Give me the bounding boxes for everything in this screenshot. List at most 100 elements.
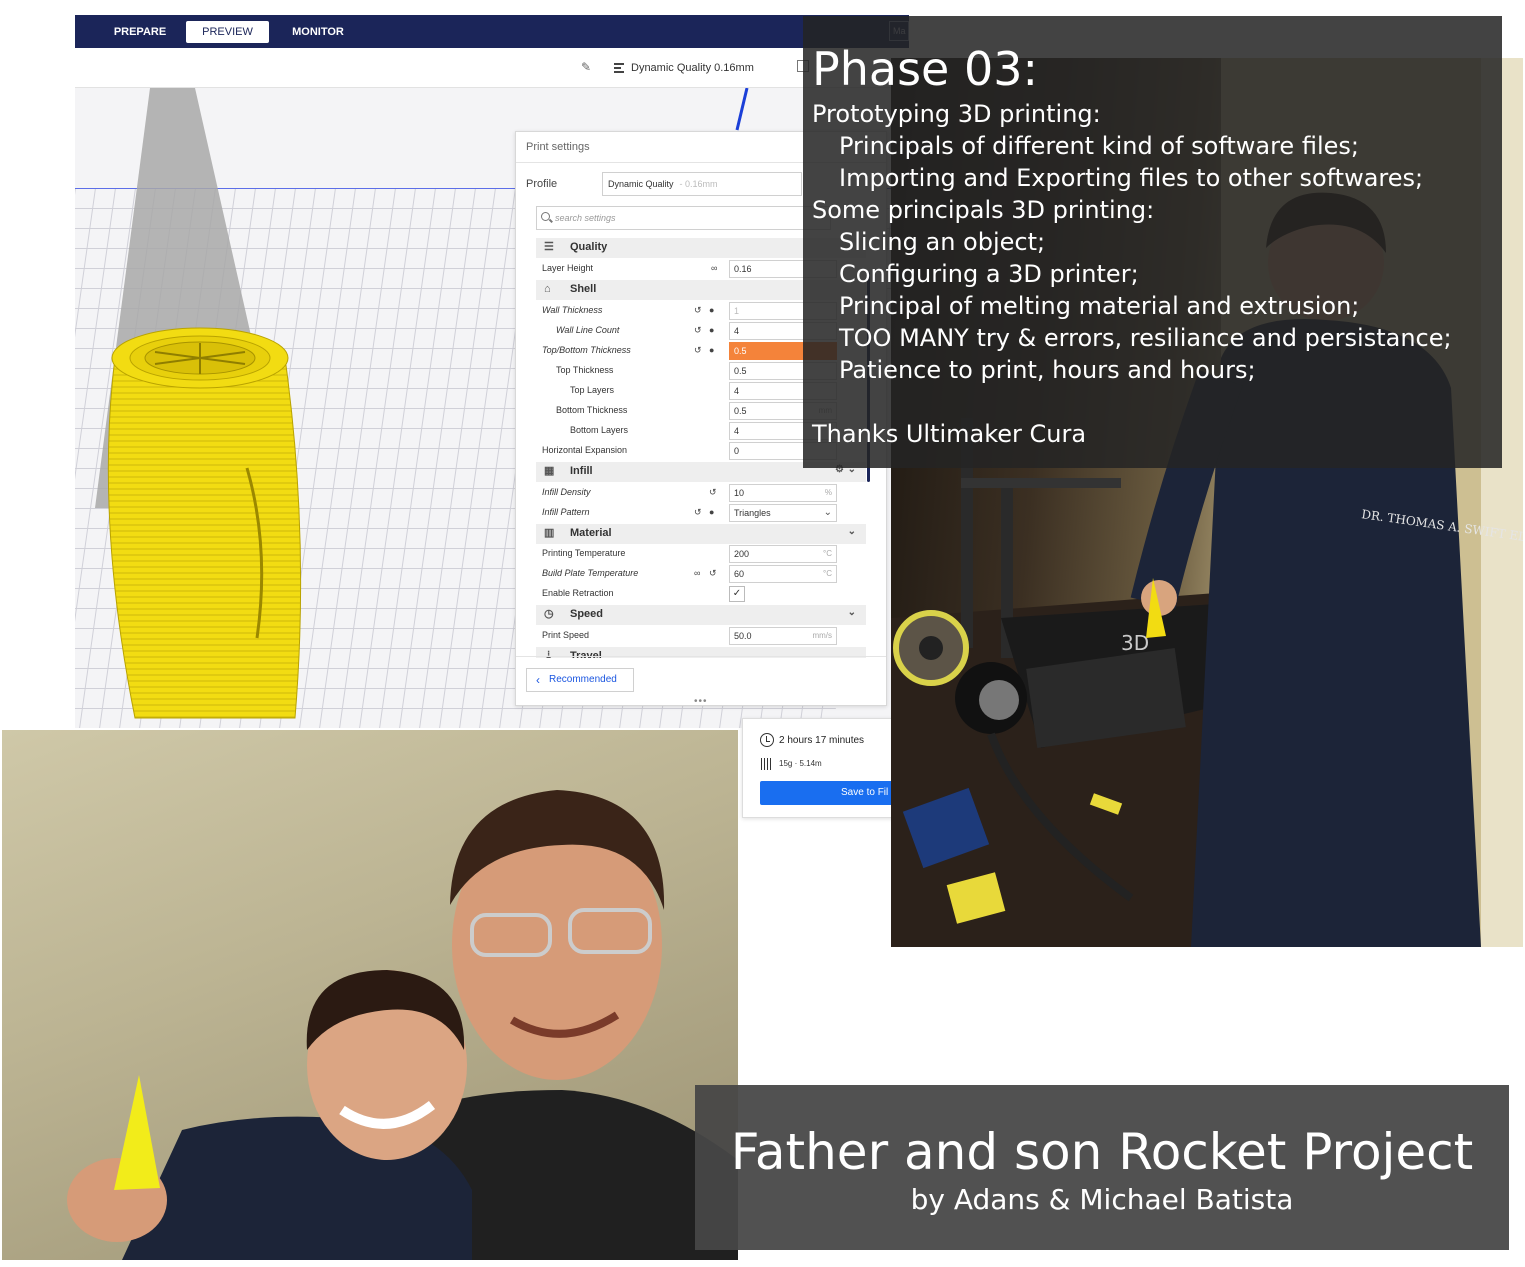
- info-icon[interactable]: ●: [709, 305, 714, 315]
- cura-top-bar: PREPARE PREVIEW MONITOR Ma: [75, 15, 909, 48]
- material-usage: 15g · 5.14m: [779, 759, 822, 768]
- link-icon[interactable]: ∞: [711, 263, 717, 273]
- rocket-model[interactable]: [95, 318, 335, 728]
- setting-label: Bottom Thickness: [556, 405, 628, 415]
- infill-density-unit: %: [824, 488, 832, 497]
- photo-family-scene: [67, 790, 738, 1260]
- tab-prepare[interactable]: PREPARE: [105, 21, 175, 43]
- photo-father-and-son: [2, 730, 738, 1260]
- panel-divider: [516, 656, 886, 657]
- setting-label: Build Plate Temperature: [542, 568, 639, 578]
- print-profile-button[interactable]: Dynamic Quality 0.16mm: [611, 56, 754, 80]
- phase-line: Patience to print, hours and hours;: [839, 356, 1256, 384]
- tab-preview[interactable]: PREVIEW: [186, 21, 269, 43]
- phase-line: Thanks Ultimaker Cura: [812, 420, 1087, 448]
- setting-infill-density: Infill Density ↺ 10%: [536, 483, 866, 503]
- build-plate-temperature-value: 60: [734, 569, 745, 579]
- infill-pattern-select[interactable]: Triangles ⌄: [729, 504, 837, 522]
- chevron-down-icon: ⌄: [823, 507, 832, 518]
- spool-icon: [761, 758, 773, 770]
- build-plate-temperature-field[interactable]: 60 °C: [729, 565, 837, 583]
- cura-toolbar: ✎ Dynamic Quality 0.16mm: [75, 48, 909, 88]
- shell-icon: ⌂: [544, 283, 551, 295]
- infill-density-value: 10: [734, 488, 745, 498]
- print-profile-label: Dynamic Quality 0.16mm: [631, 62, 754, 74]
- print-speed-unit: mm/s: [812, 631, 832, 640]
- project-title-banner: Father and son Rocket Project by Adans &…: [695, 1085, 1509, 1250]
- infill-icon: ▦: [544, 465, 555, 477]
- category-speed-label: Speed: [570, 608, 604, 620]
- print-estimate-panel: 2 hours 17 minutes 15g · 5.14m Save to F…: [742, 718, 903, 818]
- settings-lines-icon: [614, 63, 624, 73]
- resize-handle-icon[interactable]: •••: [694, 696, 708, 705]
- print-speed-field[interactable]: 50.0 mm/s: [729, 627, 837, 645]
- info-icon[interactable]: ●: [709, 345, 714, 355]
- setting-infill-pattern: Infill Pattern ↺ ● Triangles ⌄: [536, 503, 866, 523]
- category-infill-label: Infill: [570, 465, 593, 477]
- setting-label: Infill Pattern: [542, 507, 590, 517]
- reset-icon[interactable]: ↺: [694, 305, 702, 316]
- setting-printing-temperature: Printing Temperature 200 °C: [536, 544, 866, 564]
- clock-icon: [760, 733, 774, 747]
- setting-label: Horizontal Expansion: [542, 445, 628, 455]
- tab-monitor[interactable]: MONITOR: [280, 21, 356, 43]
- reset-icon[interactable]: ↺: [694, 325, 702, 336]
- print-settings-title: Print settings: [526, 141, 590, 153]
- phase-line: Prototyping 3D printing:: [812, 100, 1101, 128]
- pencil-icon[interactable]: ✎: [581, 60, 591, 74]
- category-speed[interactable]: ◷ Speed ⌄: [536, 605, 866, 625]
- phase-line: Slicing an object;: [839, 228, 1046, 256]
- setting-label: Bottom Layers: [570, 425, 629, 435]
- setting-label: Wall Line Count: [556, 325, 620, 335]
- setting-label: Print Speed: [542, 630, 590, 640]
- project-title: Father and son Rocket Project: [730, 1123, 1474, 1181]
- phase-line: TOO MANY try & errors, resiliance and pe…: [839, 324, 1452, 352]
- category-quality-label: Quality: [570, 241, 608, 253]
- search-settings-input[interactable]: search settings: [536, 206, 831, 230]
- category-shell-label: Shell: [570, 283, 597, 295]
- infill-density-field[interactable]: 10%: [729, 484, 837, 502]
- print-time: 2 hours 17 minutes: [779, 735, 865, 746]
- project-authors: by Adans & Michael Batista: [910, 1183, 1294, 1216]
- reset-icon[interactable]: ↺: [694, 345, 702, 356]
- link-icon[interactable]: ∞: [694, 568, 700, 578]
- enable-retraction-checkbox[interactable]: ✓: [729, 586, 745, 602]
- setting-label: Wall Thickness: [542, 305, 603, 315]
- search-icon: [541, 212, 550, 221]
- phase-line: Some principals 3D printing:: [812, 196, 1155, 224]
- category-material[interactable]: ▥ Material ⌄: [536, 524, 866, 544]
- phase-title: Phase 03:: [812, 42, 1039, 96]
- build-plate-temperature-unit: °C: [823, 569, 832, 578]
- print-speed-value: 50.0: [734, 631, 752, 641]
- setting-label: Infill Density: [542, 487, 591, 497]
- printing-temperature-value: 200: [734, 549, 750, 559]
- profile-select[interactable]: Dynamic Quality - 0.16mm: [602, 172, 802, 196]
- info-icon[interactable]: ●: [709, 325, 714, 335]
- printing-temperature-unit: °C: [823, 549, 832, 558]
- recommended-label: Recommended: [549, 674, 617, 685]
- save-to-file-button[interactable]: Save to Fil: [760, 781, 903, 805]
- phase-line: Principals of different kind of software…: [839, 132, 1359, 160]
- setting-label: Enable Retraction: [542, 588, 614, 598]
- reset-icon[interactable]: ↺: [709, 487, 717, 498]
- chevron-left-icon: ‹: [536, 673, 540, 687]
- setting-label: Printing Temperature: [542, 548, 626, 558]
- info-icon[interactable]: ●: [709, 507, 714, 517]
- spool-icon: ▥: [544, 527, 555, 539]
- profile-select-value: Dynamic Quality: [608, 179, 674, 189]
- chevron-down-icon[interactable]: ⌄: [848, 526, 856, 537]
- reset-icon[interactable]: ↺: [709, 568, 717, 579]
- recommended-button[interactable]: ‹ Recommended: [526, 668, 634, 692]
- setting-build-plate-temperature: Build Plate Temperature ∞ ↺ 60 °C: [536, 564, 866, 584]
- search-placeholder: search settings: [555, 213, 616, 223]
- phase-line: Principal of melting material and extrus…: [839, 292, 1360, 320]
- printer-label: 3D: [1121, 631, 1149, 655]
- quality-lines-icon: ☰: [544, 241, 554, 253]
- speed-icon: ◷: [544, 608, 554, 620]
- chevron-down-icon[interactable]: ⌄: [848, 607, 856, 618]
- setting-label: Top Thickness: [556, 365, 614, 375]
- reset-icon[interactable]: ↺: [694, 507, 702, 518]
- profile-label: Profile: [526, 178, 558, 190]
- printing-temperature-field[interactable]: 200 °C: [729, 545, 837, 563]
- setting-label: Top Layers: [570, 385, 615, 395]
